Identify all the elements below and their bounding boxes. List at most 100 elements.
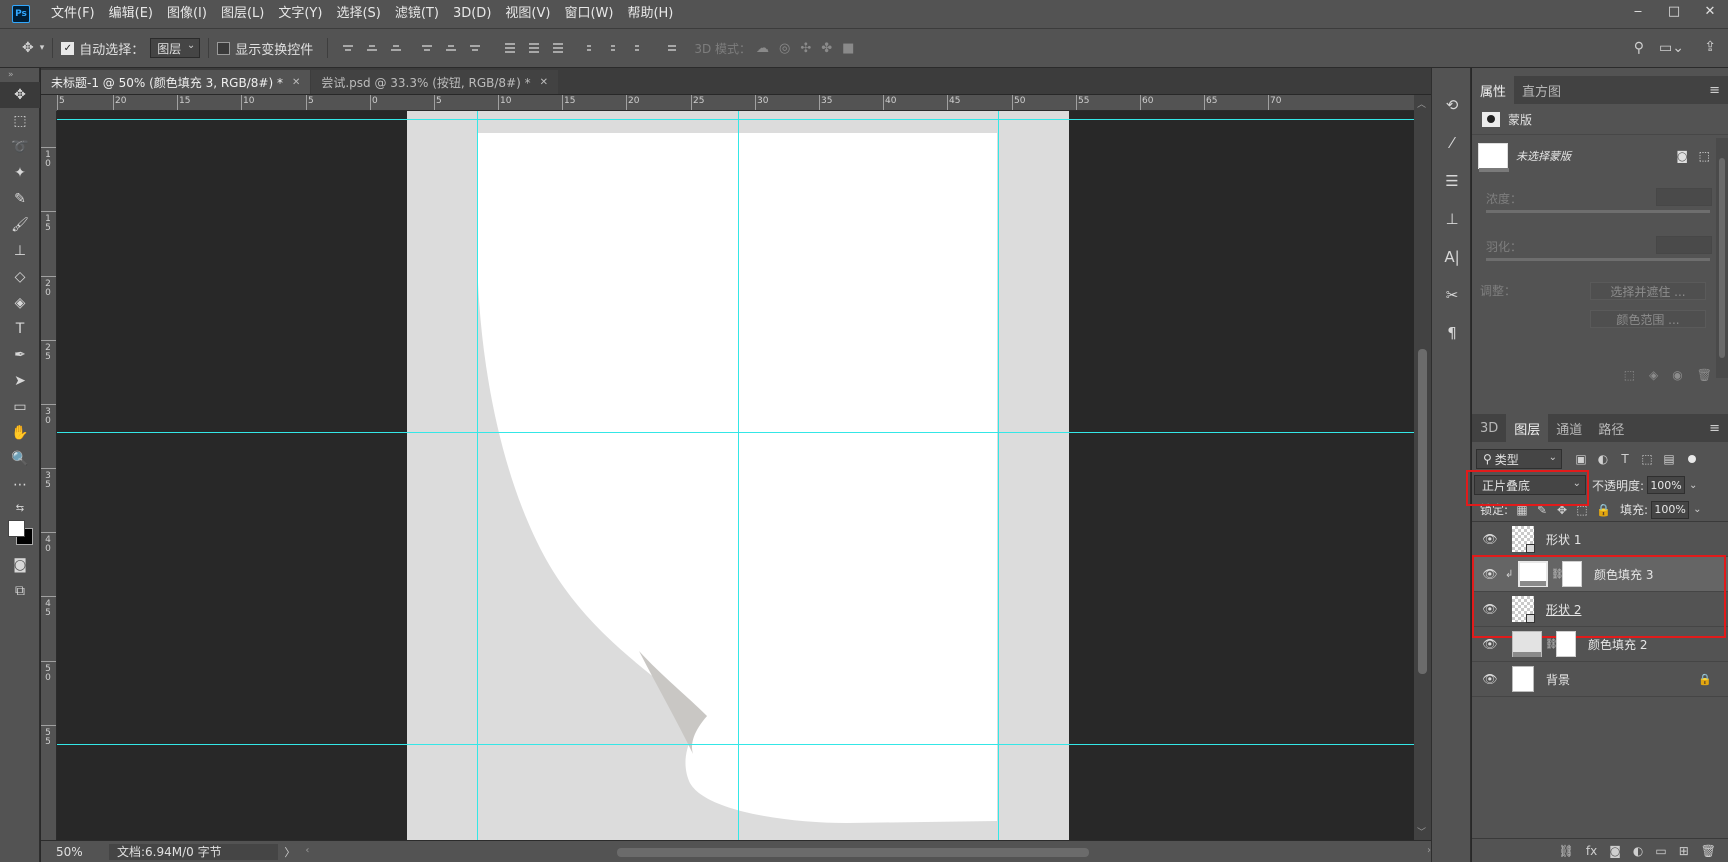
rectangle-tool-icon[interactable]: ▭	[0, 394, 40, 420]
search-icon[interactable]: ⚲	[1634, 40, 1644, 56]
scroll-down-icon[interactable]: ﹀	[1417, 825, 1426, 838]
guide-line[interactable]	[57, 432, 1414, 433]
scrollbar-thumb[interactable]	[1719, 158, 1725, 358]
vertical-ruler[interactable]: 1 0 1 5 2 0 2 5 3 0 3 5 4 0 4 5 5 0 5 5	[41, 111, 57, 840]
align-right-icon[interactable]	[468, 41, 482, 55]
close-icon[interactable]: ✕	[292, 77, 300, 88]
guide-line[interactable]	[738, 111, 739, 840]
guide-line[interactable]	[57, 744, 1414, 745]
scrollbar-thumb[interactable]	[1418, 349, 1427, 674]
type-tool-icon[interactable]: T	[0, 316, 40, 342]
filter-shape-icon[interactable]: ⬚	[1640, 452, 1654, 466]
layer-row-background[interactable]: 👁 背景 🔒	[1472, 662, 1728, 697]
filter-adjustment-icon[interactable]: ◐	[1596, 452, 1610, 466]
close-button[interactable]: ✕	[1692, 0, 1728, 22]
align-top-icon[interactable]	[341, 41, 355, 55]
filter-pixel-icon[interactable]: ▣	[1574, 452, 1588, 466]
vector-mask-icon[interactable]: ⬚	[1699, 149, 1710, 163]
horizontal-ruler[interactable]: 5 20 15 10 5 0 5 10 15 20 25 30 35 40 45…	[57, 95, 1414, 111]
align-vcenter-icon[interactable]	[365, 41, 379, 55]
align-hcenter-icon[interactable]	[444, 41, 458, 55]
stamp-tool-icon[interactable]: ⊥	[0, 238, 40, 264]
paint-bucket-tool-icon[interactable]: ◈	[0, 290, 40, 316]
new-layer-icon[interactable]: ⊞	[1679, 844, 1689, 858]
foreground-color-swatch[interactable]	[8, 520, 25, 537]
layer-style-icon[interactable]: fx	[1586, 844, 1597, 858]
brush-settings-icon[interactable]: ⁄	[1432, 124, 1472, 162]
path-select-tool-icon[interactable]: ➤	[0, 368, 40, 394]
auto-select-checkbox[interactable]: ✓	[61, 41, 75, 55]
history-icon[interactable]: ⟲	[1432, 86, 1472, 124]
character-icon[interactable]: A|	[1432, 238, 1472, 276]
menu-edit[interactable]: 编辑(E)	[102, 0, 160, 28]
swap-colors-icon[interactable]: ⇆	[0, 498, 40, 518]
align-bottom-icon[interactable]	[389, 41, 403, 55]
guide-line[interactable]	[998, 111, 999, 840]
3d-scale-icon[interactable]: ■	[842, 41, 854, 56]
fill-chevron-icon[interactable]: ⌄	[1693, 504, 1701, 515]
close-icon[interactable]: ✕	[540, 77, 548, 88]
auto-select-dropdown[interactable]: 图层 ⌄	[150, 38, 201, 58]
doc-info-arrow-icon[interactable]: 〉	[284, 844, 295, 860]
new-group-icon[interactable]: ▭	[1655, 844, 1666, 858]
panel-menu-icon[interactable]: ≡	[1709, 83, 1720, 98]
panel-menu-icon[interactable]: ≡	[1709, 421, 1720, 436]
adjustments-icon[interactable]: ☰	[1432, 162, 1472, 200]
guide-line[interactable]	[57, 119, 1414, 120]
ruler-origin[interactable]	[41, 95, 57, 111]
tool-preset-chevron-icon[interactable]: ▾	[40, 43, 45, 53]
filter-type-icon[interactable]: T	[1618, 452, 1632, 466]
layer-row-shape-1[interactable]: 👁 形状 1	[1472, 522, 1728, 557]
pen-tool-icon[interactable]: ✒	[0, 342, 40, 368]
apply-mask-icon[interactable]: ◈	[1649, 368, 1658, 382]
menu-file[interactable]: 文件(F)	[44, 0, 102, 28]
canvas-horizontal-scrollbar[interactable]: ‹ ›	[305, 845, 1431, 859]
delete-mask-icon[interactable]: 🗑	[1697, 368, 1712, 382]
visibility-icon[interactable]: ◉	[1672, 368, 1682, 382]
distribute-vcenter-icon[interactable]	[527, 41, 541, 55]
distribute-top-icon[interactable]	[503, 41, 517, 55]
delete-layer-icon[interactable]: 🗑	[1701, 844, 1716, 858]
opacity-input[interactable]: 100%	[1647, 476, 1686, 494]
canvas-vertical-scrollbar[interactable]: ︿ ﹀	[1414, 95, 1431, 840]
3d-slide-icon[interactable]: ✤	[821, 41, 832, 56]
menu-select[interactable]: 选择(S)	[329, 0, 387, 28]
tab-paths[interactable]: 路径	[1590, 414, 1632, 442]
layer-name[interactable]: 背景	[1546, 671, 1570, 688]
scrollbar-thumb[interactable]	[617, 847, 1090, 857]
distribute-hcenter-icon[interactable]	[606, 41, 620, 55]
opacity-chevron-icon[interactable]: ⌄	[1689, 480, 1697, 491]
filter-smart-object-icon[interactable]: ▤	[1662, 452, 1676, 466]
magic-wand-tool-icon[interactable]: ✦	[0, 160, 40, 186]
lock-all-icon[interactable]: 🔒	[1596, 503, 1611, 517]
layer-name[interactable]: 颜色填充 2	[1588, 636, 1647, 653]
eraser-tool-icon[interactable]: ◇	[0, 264, 40, 290]
lasso-tool-icon[interactable]: ➰	[0, 134, 40, 160]
color-swatches[interactable]	[0, 518, 40, 552]
move-tool-icon[interactable]: ✥	[0, 82, 40, 108]
menu-window[interactable]: 窗口(W)	[557, 0, 620, 28]
tab-histogram[interactable]: 直方图	[1514, 76, 1569, 104]
minimize-button[interactable]: ‒	[1620, 0, 1656, 22]
tab-channels[interactable]: 通道	[1548, 414, 1590, 442]
tab-layers[interactable]: 图层	[1506, 414, 1549, 442]
new-adjustment-icon[interactable]: ◐	[1633, 844, 1643, 858]
3d-pan-icon[interactable]: ✣	[800, 41, 811, 56]
collapse-toolbar-icon[interactable]: »	[0, 68, 40, 82]
tab-properties[interactable]: 属性	[1472, 76, 1515, 104]
menu-layer[interactable]: 图层(L)	[214, 0, 271, 28]
clone-source-icon[interactable]: ⊥	[1432, 200, 1472, 238]
eye-icon[interactable]: 👁	[1479, 637, 1501, 651]
tab-3d[interactable]: 3D	[1472, 414, 1506, 442]
properties-scrollbar[interactable]	[1716, 138, 1728, 378]
screen-mode-icon[interactable]: ⧉	[0, 578, 40, 604]
guide-line[interactable]	[477, 111, 478, 840]
more-tools-icon[interactable]: ⋯	[0, 472, 40, 498]
layer-name[interactable]: 形状 1	[1546, 531, 1581, 548]
quick-mask-icon[interactable]: ◙	[0, 552, 40, 578]
load-selection-icon[interactable]: ⬚	[1624, 368, 1635, 382]
share-icon[interactable]: ⇪	[1704, 39, 1716, 55]
menu-3d[interactable]: 3D(D)	[446, 0, 498, 28]
3d-roll-icon[interactable]: ◎	[779, 41, 790, 56]
marquee-tool-icon[interactable]: ⬚	[0, 108, 40, 134]
